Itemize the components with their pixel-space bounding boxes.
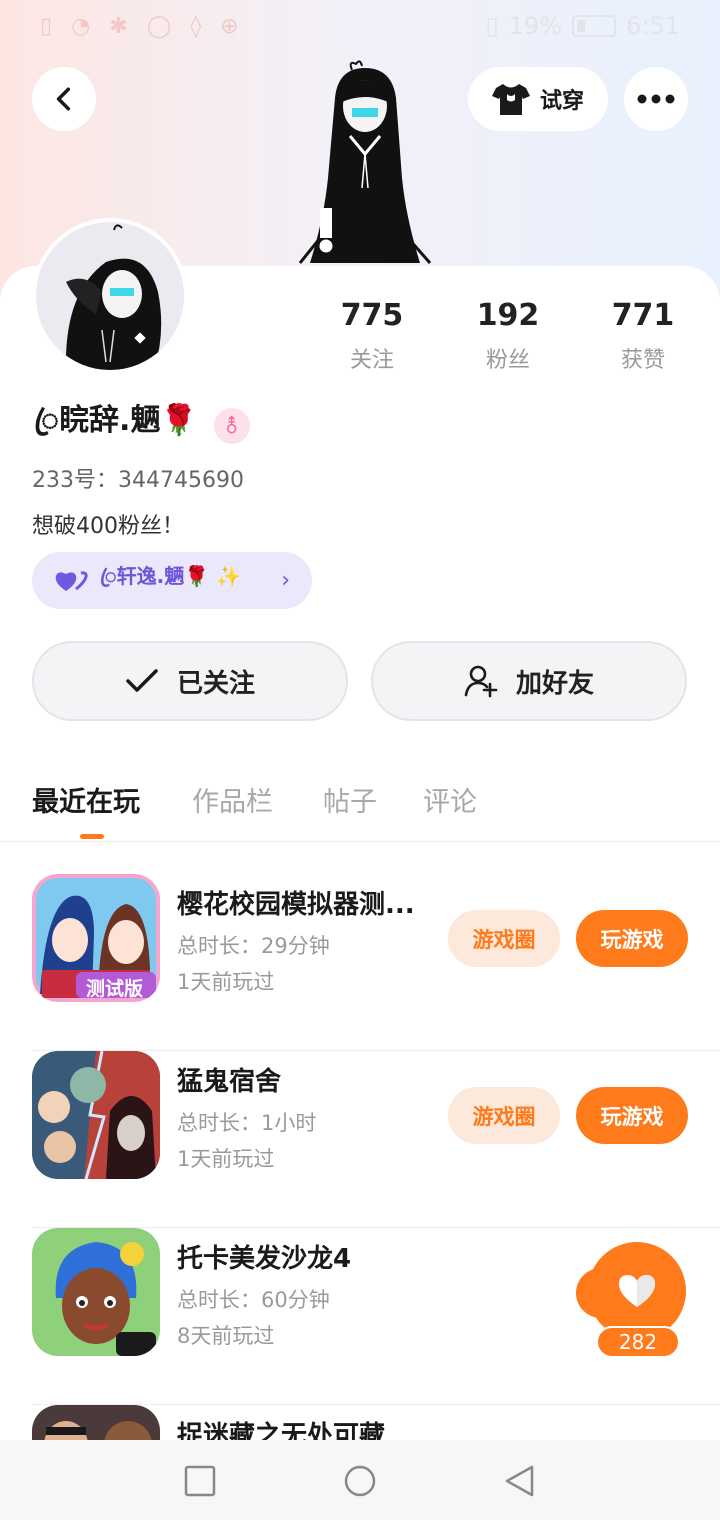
game-circle-button[interactable]: 游戏圈: [448, 1087, 560, 1144]
game-last-played: 1天前玩过: [177, 970, 275, 994]
followed-label: 已关注: [176, 668, 255, 699]
list-item[interactable]: 测试版 樱花校园模拟器测... 总时长：29分钟 1天前玩过 游戏圈 玩游戏: [0, 874, 720, 1051]
status-right: ▯ 19% 6:51: [486, 12, 680, 40]
tab-recently-played[interactable]: 最近在玩: [32, 780, 140, 819]
try-on-label: 试穿: [539, 89, 584, 114]
tshirt-icon: [491, 84, 530, 115]
avatar-character-figure: [298, 60, 432, 264]
profile-stats: 775 关注 192 粉丝 771 获赞: [300, 298, 720, 378]
stat-label: 关注: [349, 348, 394, 373]
haunted-dorm-icon: [32, 1051, 160, 1179]
checkmark-icon: [126, 669, 158, 692]
stat-value: 192: [476, 298, 540, 333]
game-duration: 总时长：1小时: [177, 1111, 317, 1135]
relation-chip[interactable]: ꦿ轩逸.魉🌹 ✨ ›: [32, 552, 312, 609]
add-friend-button[interactable]: 加好友: [371, 641, 687, 721]
stat-label: 粉丝: [485, 348, 530, 373]
list-item[interactable]: 猛鬼宿舍 总时长：1小时 1天前玩过 游戏圈 玩游戏: [0, 1051, 720, 1228]
game-last-played: 8天前玩过: [177, 1324, 275, 1348]
list-item[interactable]: 捉迷藏之无处可藏: [0, 1405, 720, 1440]
stat-value: 771: [611, 298, 675, 333]
game-name: 托卡美发沙龙4: [177, 1244, 352, 1274]
back-button[interactable]: [32, 67, 96, 131]
gender-female-icon: ⚨: [213, 408, 250, 444]
more-dots-icon: [637, 94, 675, 104]
add-friend-label: 加好友: [515, 668, 594, 699]
back-triangle-icon[interactable]: [503, 1464, 537, 1498]
status-bar: ▯ ◔ ✱ ◯ ◊ ⊕ ▯ 19% 6:51: [0, 0, 720, 56]
followed-button[interactable]: 已关注: [32, 641, 348, 721]
recent-apps-icon[interactable]: [183, 1464, 217, 1498]
user-id[interactable]: 233号：344745690: [32, 462, 244, 494]
play-game-button[interactable]: 玩游戏: [576, 910, 688, 967]
vibrate-icon: ▯: [485, 12, 499, 40]
game-icon: 测试版: [32, 874, 160, 1002]
try-on-button[interactable]: 试穿: [468, 67, 608, 131]
heart-icon: [619, 1275, 655, 1307]
double-heart-icon: [55, 570, 88, 591]
test-version-badge: 测试版: [86, 978, 144, 1000]
stat-likes[interactable]: 771 获赞: [583, 298, 703, 374]
game-circle-button[interactable]: 游戏圈: [448, 910, 560, 967]
more-options-button[interactable]: [624, 67, 688, 131]
game-duration: 总时长：60分钟: [177, 1288, 330, 1312]
chevron-right-icon: ›: [281, 568, 290, 593]
toca-hair-salon-icon: [32, 1228, 160, 1356]
game-icon: [32, 1051, 160, 1179]
hide-and-seek-icon: [32, 1405, 160, 1440]
relation-name: ꦿ轩逸.魉🌹 ✨: [100, 563, 242, 588]
tab-works[interactable]: 作品栏: [192, 780, 273, 819]
game-name: 捉迷藏之无处可藏: [177, 1421, 386, 1440]
game-icon: [32, 1405, 160, 1440]
like-button[interactable]: 282: [576, 1242, 688, 1358]
nickname: ꦿ睆辞.魉🌹: [34, 402, 198, 438]
like-count: 282: [596, 1326, 680, 1358]
chevron-left-icon: [56, 87, 71, 111]
game-icon: [32, 1228, 160, 1356]
clock: 6:51: [626, 12, 680, 40]
tab-comments[interactable]: 评论: [423, 780, 477, 819]
avatar[interactable]: [32, 218, 188, 374]
stat-followers[interactable]: 192 粉丝: [448, 298, 568, 374]
stat-label: 获赞: [620, 348, 665, 373]
system-navigation-bar: [0, 1440, 720, 1520]
game-last-played: 1天前玩过: [177, 1147, 275, 1171]
stat-following[interactable]: 775 关注: [312, 298, 432, 374]
profile-tabs: 最近在玩 作品栏 帖子 评论: [0, 770, 720, 842]
tab-posts[interactable]: 帖子: [323, 780, 377, 819]
game-duration: 总时长：29分钟: [177, 934, 330, 958]
bio-text: 想破400粉丝！: [32, 514, 184, 539]
status-icons: ▯ ◔ ✱ ◯ ◊ ⊕: [40, 14, 245, 39]
play-game-button[interactable]: 玩游戏: [576, 1087, 688, 1144]
battery-percent: 19%: [508, 12, 563, 40]
avatar-image: [36, 222, 184, 370]
home-icon[interactable]: [343, 1464, 377, 1498]
battery-icon: [572, 15, 617, 37]
game-name: 猛鬼宿舍: [177, 1067, 282, 1097]
nickname-row: ꦿ睆辞.魉🌹 ⚨: [34, 403, 250, 448]
game-name: 樱花校园模拟器测...: [177, 890, 415, 920]
stat-value: 775: [340, 298, 404, 333]
active-tab-indicator: [80, 834, 104, 839]
add-user-icon: [464, 665, 498, 698]
